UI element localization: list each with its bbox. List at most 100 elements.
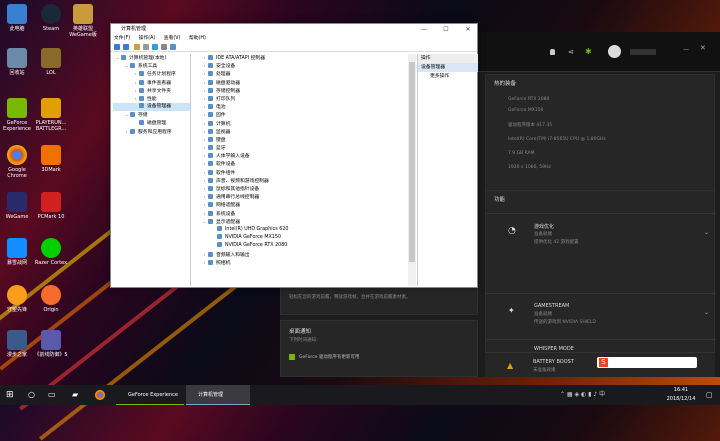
expand-chevron-icon[interactable]: › (201, 120, 208, 128)
device-tree-item[interactable]: › 照相机 (193, 259, 408, 267)
window-titlebar[interactable]: 计算机管理 — ☐ ✕ (111, 24, 477, 35)
desktop-icon-origin[interactable]: Origin (34, 285, 68, 313)
expand-chevron-icon[interactable]: › (201, 169, 208, 177)
expand-chevron-icon[interactable]: › (132, 95, 139, 103)
device-tree-item[interactable]: › 蓝牙 (193, 144, 408, 152)
console-tree-item[interactable]: › 共享文件夹 (113, 87, 190, 95)
expand-chevron-icon[interactable]: › (201, 95, 208, 103)
actions-selected[interactable]: 设备管理器 (418, 63, 478, 72)
device-tree-item[interactable]: › 系统设备 (193, 210, 408, 218)
scan-icon[interactable] (170, 44, 176, 50)
back-icon[interactable] (114, 44, 120, 50)
notify-checkbox[interactable] (289, 354, 295, 360)
minimize-button[interactable]: — (413, 24, 435, 35)
console-tree-item[interactable]: 设备管理器 (113, 103, 190, 112)
device-tree-item[interactable]: › 鼠标和其他指针设备 (193, 185, 408, 193)
expand-chevron-icon[interactable]: › (201, 62, 208, 70)
expand-chevron-icon[interactable]: › (201, 103, 208, 111)
console-tree-item[interactable]: › 任务计划程序 (113, 70, 190, 78)
expand-chevron-icon[interactable]: ⌄ (201, 218, 208, 226)
device-tree-item[interactable]: › 音频输入和输出 (193, 251, 408, 259)
console-tree-item[interactable]: › 事件查看器 (113, 79, 190, 87)
expand-chevron-icon[interactable]: › (201, 111, 208, 119)
feature-gamestream[interactable]: ✦ GAMESTREAM 准备就绪 传送的游戏到 NVIDIA SHIELD ⌄ (486, 293, 716, 333)
desktop-icon-recycle-bin[interactable]: 回收站 (0, 48, 34, 76)
device-tree-item[interactable]: Intel(R) UHD Graphics 620 (193, 225, 408, 234)
close-icon[interactable]: ✕ (700, 44, 706, 52)
share-icon[interactable]: ⋖ (568, 48, 574, 56)
device-tree-item[interactable]: › 通用串行总线控制器 (193, 193, 408, 201)
desktop-icon-pcmark10[interactable]: PCMark 10 (34, 192, 68, 220)
desktop-icon-wegame[interactable]: WeGame (0, 192, 34, 220)
desktop-icon-this-pc[interactable]: 此电脑 (0, 4, 34, 32)
console-tree-item[interactable]: › 性能 (113, 95, 190, 103)
device-tree-item[interactable]: › 网络适配器 (193, 201, 408, 209)
feature-game-optimize[interactable]: ◔ 游戏优化 准备就绪 提供优化 42 游戏配置 ⌄ (486, 213, 716, 253)
desktop-icon-razer-cortex[interactable]: Razer Cortex (34, 238, 68, 266)
ime-toolbar[interactable]: S (597, 357, 697, 368)
expand-chevron-icon[interactable]: › (201, 87, 208, 95)
clock-time[interactable]: 16:41 (666, 386, 696, 395)
taskbar-computer-management[interactable]: 计算机管理 (186, 385, 250, 405)
console-tree-item[interactable]: › 服务和应用程序 (113, 128, 190, 136)
scrollbar[interactable] (408, 54, 416, 286)
expand-chevron-icon[interactable]: › (123, 128, 130, 136)
desktop-icon-chrome[interactable]: Google Chrome (0, 145, 34, 179)
expand-chevron-icon[interactable]: › (132, 70, 139, 78)
console-tree-item[interactable]: ⌄ 计算机管理(本地) (113, 54, 190, 62)
chevron-down-icon[interactable]: ⌄ (704, 229, 709, 236)
console-tree-item[interactable]: ⌄ 系统工具 (113, 62, 190, 70)
view-icon[interactable] (161, 44, 167, 50)
device-tree-item[interactable]: › 电池 (193, 103, 408, 111)
menu-help[interactable]: 帮助(H) (189, 36, 206, 41)
menu-view[interactable]: 查看(V) (164, 36, 181, 41)
task-view-icon[interactable]: ▭ (48, 385, 56, 405)
desktop-icon-lol-wegame[interactable]: 英雄联盟 WeGame版 (66, 4, 100, 38)
scrollbar-thumb[interactable] (409, 62, 415, 262)
bell-icon[interactable] (550, 49, 555, 55)
help-icon[interactable] (152, 44, 158, 50)
desktop-icon-3dmark[interactable]: 3DMark (34, 145, 68, 173)
expand-chevron-icon[interactable]: › (201, 128, 208, 136)
minimize-icon[interactable]: — (683, 46, 689, 53)
device-tree-item[interactable]: › 处理器 (193, 70, 408, 78)
expand-chevron-icon[interactable]: › (201, 201, 208, 209)
desktop-icon-battlenet[interactable]: 暴雪战网 (0, 238, 34, 266)
expand-chevron-icon[interactable]: ⌄ (123, 111, 130, 119)
expand-chevron-icon[interactable]: › (201, 160, 208, 168)
gear-icon[interactable]: ✱ (585, 47, 592, 56)
actions-more[interactable]: 更多操作 (418, 72, 478, 81)
device-tree-item[interactable]: › 固件 (193, 111, 408, 119)
desktop-icon-game-a[interactable]: 漫步之家 (0, 330, 34, 358)
device-tree-item[interactable]: NVIDIA GeForce MX150 (193, 234, 408, 242)
device-tree-item[interactable]: › 软件组件 (193, 169, 408, 177)
expand-chevron-icon[interactable]: ⌄ (123, 62, 130, 70)
expand-chevron-icon[interactable]: › (201, 70, 208, 78)
desktop-icon-overwatch[interactable]: 守望先锋 (0, 285, 34, 313)
expand-chevron-icon[interactable]: › (201, 79, 208, 87)
search-icon[interactable]: ○ (28, 385, 35, 405)
expand-chevron-icon[interactable]: › (201, 185, 208, 193)
device-tree-item[interactable]: › 计算机 (193, 120, 408, 128)
console-tree-item[interactable]: 磁盘管理 (113, 119, 190, 128)
device-tree-item[interactable]: › 监视器 (193, 128, 408, 136)
expand-chevron-icon[interactable]: › (201, 136, 208, 144)
device-tree-item[interactable]: › 存储控制器 (193, 87, 408, 95)
clock-date[interactable]: 2018/12/14 (662, 395, 700, 404)
device-tree-item[interactable]: › 声音、视频和游戏控制器 (193, 177, 408, 185)
expand-chevron-icon[interactable]: › (201, 152, 208, 160)
console-tree-item[interactable]: ⌄ 存储 (113, 111, 190, 119)
tray-icons[interactable]: ⌃ ▦ ◈ ◐ ▮ ♪ 中 (560, 385, 605, 405)
expand-chevron-icon[interactable]: › (132, 79, 139, 87)
close-button[interactable]: ✕ (457, 24, 479, 35)
properties-icon[interactable] (143, 44, 149, 50)
chrome-icon[interactable] (95, 390, 105, 400)
device-tree-item[interactable]: › IDE ATA/ATAPI 控制器 (193, 54, 408, 62)
notification-icon[interactable]: ▢ (706, 385, 713, 405)
device-tree-item[interactable]: ⌄ 显示适配器 (193, 218, 408, 226)
taskbar-geforce-experience[interactable]: GeForce Experience (116, 385, 184, 405)
device-tree-item[interactable]: NVIDIA GeForce RTX 2080 (193, 242, 408, 250)
desktop-icon-game-b[interactable]: 《前线防御》5 (34, 330, 68, 358)
device-tree-item[interactable]: › 打印队列 (193, 95, 408, 103)
expand-chevron-icon[interactable]: › (201, 193, 208, 201)
